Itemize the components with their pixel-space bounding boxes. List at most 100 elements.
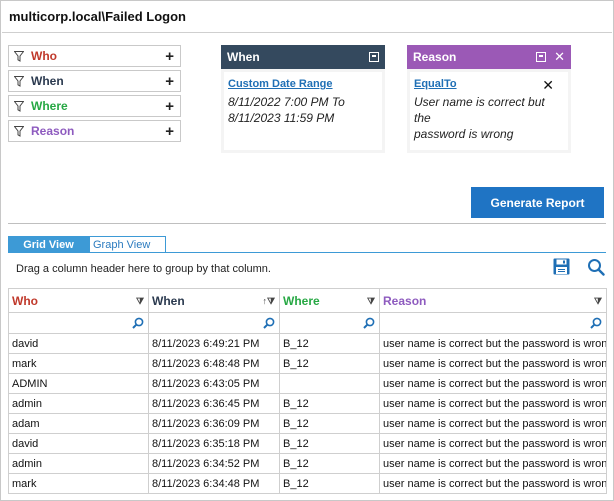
tab-underline (8, 252, 606, 253)
filter-cell-reason[interactable] (379, 312, 607, 334)
funnel-icon (14, 100, 24, 112)
when-filter-card: When Custom Date Range 8/11/2022 7:00 PM… (221, 45, 385, 153)
tab-grid-view[interactable]: Grid View (8, 236, 89, 253)
title-divider (2, 32, 612, 33)
cell-who: admin (8, 453, 149, 474)
generate-report-button[interactable]: Generate Report (471, 187, 604, 218)
column-filter-icon[interactable]: ⧩ (367, 296, 375, 307)
cell-when: 8/11/2023 6:36:45 PM (148, 393, 280, 414)
reason-card-body: EqualTo ✕ User name is correct but the p… (410, 72, 568, 150)
filter-item-when[interactable]: When + (8, 70, 181, 92)
column-header-who[interactable]: Who ⧩ (8, 288, 149, 313)
cell-where: B_12 (279, 413, 380, 434)
when-range-line1: 8/11/2022 7:00 PM To (228, 95, 345, 109)
funnel-icon (14, 50, 24, 62)
when-condition-link[interactable]: Custom Date Range (228, 78, 378, 90)
column-header-where[interactable]: Where ⧩ (279, 288, 380, 313)
plus-icon[interactable]: + (165, 49, 174, 64)
results-grid: Who ⧩ When ↑⧩ Where ⧩ Reason ⧩ david 8/11/20… (8, 288, 607, 494)
minimize-icon[interactable] (369, 52, 379, 62)
column-header-label: Reason (383, 293, 427, 308)
cell-reason: user name is correct but the password is… (379, 453, 607, 474)
cell-where: B_12 (279, 453, 380, 474)
cell-when: 8/11/2023 6:49:21 PM (148, 333, 280, 354)
search-icon[interactable] (587, 258, 605, 276)
cell-who: ADMIN (8, 373, 149, 394)
filter-item-reason[interactable]: Reason + (8, 120, 181, 142)
column-filter-icon[interactable]: ⧩ (136, 296, 144, 307)
plus-icon[interactable]: + (165, 124, 174, 139)
section-divider (8, 223, 606, 224)
cell-reason: user name is correct but the password is… (379, 333, 607, 354)
filter-cell-when[interactable] (148, 312, 280, 334)
cell-who: mark (8, 473, 149, 494)
table-row[interactable]: david 8/11/2023 6:35:18 PM B_12 user nam… (8, 433, 607, 454)
cell-reason: user name is correct but the password is… (379, 413, 607, 434)
funnel-icon (14, 125, 24, 137)
table-row[interactable]: adam 8/11/2023 6:36:09 PM B_12 user name… (8, 413, 607, 434)
filter-label-where: Where (31, 99, 68, 113)
close-icon[interactable]: ✕ (554, 49, 565, 65)
save-icon[interactable] (553, 258, 570, 275)
magnifier-icon[interactable] (363, 317, 375, 329)
table-row[interactable]: admin 8/11/2023 6:34:52 PM B_12 user nam… (8, 453, 607, 474)
column-header-reason[interactable]: Reason ⧩ (379, 288, 607, 313)
cell-reason: user name is correct but the password is… (379, 353, 607, 374)
filter-cell-where[interactable] (279, 312, 380, 334)
reason-card-title: Reason (413, 50, 457, 64)
filter-item-who[interactable]: Who + (8, 45, 181, 67)
tab-graph-view[interactable]: Graph View (89, 236, 166, 253)
cell-when: 8/11/2023 6:34:48 PM (148, 473, 280, 494)
cell-who: mark (8, 353, 149, 374)
column-header-when[interactable]: When ↑⧩ (148, 288, 280, 313)
table-row[interactable]: mark 8/11/2023 6:48:48 PM B_12 user name… (8, 353, 607, 374)
cell-where: B_12 (279, 393, 380, 414)
table-row[interactable]: mark 8/11/2023 6:34:48 PM B_12 user name… (8, 473, 607, 494)
when-card-body: Custom Date Range 8/11/2022 7:00 PM To 8… (224, 72, 382, 150)
cell-when: 8/11/2023 6:36:09 PM (148, 413, 280, 434)
column-header-label: Who (12, 293, 38, 308)
when-card-header: When (221, 45, 385, 69)
view-tabs: Grid View Graph View (8, 236, 166, 253)
cell-reason: user name is correct but the password is… (379, 373, 607, 394)
filter-cell-who[interactable] (8, 312, 149, 334)
magnifier-icon[interactable] (263, 317, 275, 329)
table-row[interactable]: admin 8/11/2023 6:36:45 PM B_12 user nam… (8, 393, 607, 414)
cell-when: 8/11/2023 6:34:52 PM (148, 453, 280, 474)
column-filter-icon[interactable]: ⧩ (594, 296, 602, 307)
column-header-label: When (152, 293, 185, 308)
filter-list: Who + When + Where + Reason + (8, 45, 181, 145)
plus-icon[interactable]: + (165, 99, 174, 114)
filter-label-who: Who (31, 49, 57, 63)
cell-when: 8/11/2023 6:48:48 PM (148, 353, 280, 374)
cell-where: B_12 (279, 353, 380, 374)
plus-icon[interactable]: + (165, 74, 174, 89)
cell-where: B_12 (279, 333, 380, 354)
page-title: multicorp.local\Failed Logon (9, 9, 186, 24)
column-header-label: Where (283, 293, 320, 308)
filter-item-where[interactable]: Where + (8, 95, 181, 117)
cell-where: B_12 (279, 473, 380, 494)
reason-filter-card: Reason ✕ EqualTo ✕ User name is correct … (407, 45, 571, 153)
filter-label-reason: Reason (31, 124, 75, 138)
magnifier-icon[interactable] (590, 317, 602, 329)
minimize-icon[interactable] (536, 52, 547, 62)
table-row[interactable]: ADMIN 8/11/2023 6:43:05 PM user name is … (8, 373, 607, 394)
grid-header-row: Who ⧩ When ↑⧩ Where ⧩ Reason ⧩ (8, 288, 607, 313)
cell-when: 8/11/2023 6:43:05 PM (148, 373, 280, 394)
group-by-hint: Drag a column header here to group by th… (16, 263, 271, 275)
sort-filter-icon[interactable]: ↑⧩ (262, 296, 275, 307)
filter-label-when: When (31, 74, 64, 88)
table-row[interactable]: david 8/11/2023 6:49:21 PM B_12 user nam… (8, 333, 607, 354)
when-range-line2: 8/11/2023 11:59 PM (228, 111, 335, 125)
cell-reason: user name is correct but the password is… (379, 473, 607, 494)
remove-value-icon[interactable]: ✕ (542, 77, 554, 94)
cell-who: admin (8, 393, 149, 414)
when-card-title: When (227, 50, 260, 64)
magnifier-icon[interactable] (132, 317, 144, 329)
cell-who: david (8, 433, 149, 454)
reason-value-line1: User name is correct but the (414, 95, 545, 125)
reason-value-line2: password is wrong (414, 127, 514, 141)
cell-when: 8/11/2023 6:35:18 PM (148, 433, 280, 454)
cell-where (279, 373, 380, 394)
